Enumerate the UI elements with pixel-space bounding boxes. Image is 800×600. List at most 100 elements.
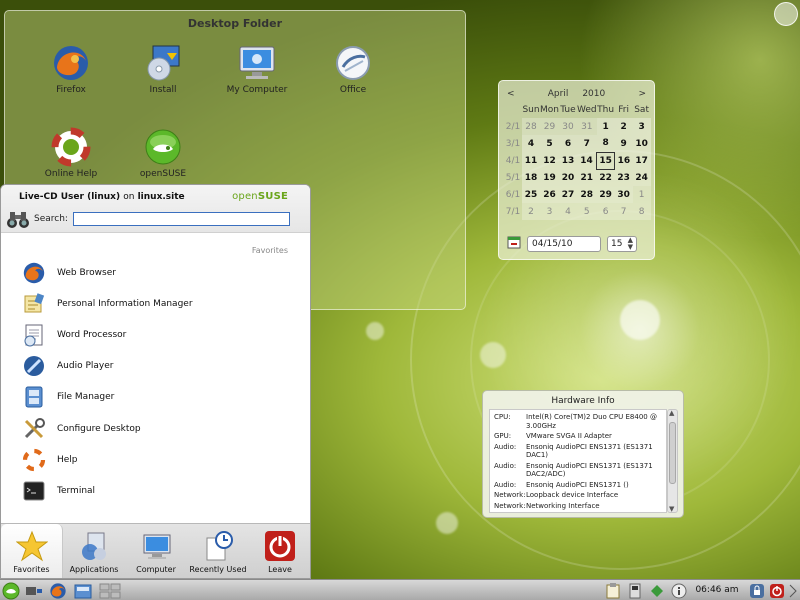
scroll-up-icon[interactable]: ▲: [669, 409, 674, 417]
calendar-day[interactable]: 23: [614, 169, 633, 186]
calendar-day[interactable]: 12: [540, 152, 559, 169]
calendar-day[interactable]: 24: [632, 169, 651, 186]
calendar-day[interactable]: 6: [558, 135, 577, 152]
calendar-day[interactable]: 2: [522, 203, 540, 220]
calendar-day[interactable]: 9: [614, 135, 633, 152]
desktop-icon-label: Office: [339, 85, 367, 95]
calendar-day[interactable]: 5: [540, 135, 559, 152]
network-manager-icon[interactable]: [24, 582, 44, 599]
calendar-prev-button[interactable]: <: [507, 89, 515, 99]
desktop-icon-office[interactable]: Office: [308, 43, 398, 95]
calendar-day[interactable]: 3: [540, 203, 559, 220]
calendar-day[interactable]: 4: [522, 135, 540, 152]
calendar-day[interactable]: 8: [632, 203, 651, 220]
removable-device-icon[interactable]: [626, 582, 644, 599]
calendar-day[interactable]: 28: [576, 186, 597, 203]
calendar-day[interactable]: 28: [522, 118, 540, 135]
calendar-today-icon[interactable]: [507, 235, 521, 252]
update-applet-icon[interactable]: [648, 582, 666, 599]
menu-item-label: Web Browser: [57, 267, 116, 278]
tab-applications[interactable]: Applications: [63, 524, 125, 578]
menu-item-file-manager[interactable]: File Manager: [21, 382, 193, 413]
taskbar-firefox-icon[interactable]: [48, 582, 68, 599]
desktop-icon-opensuse[interactable]: openSUSE: [118, 127, 208, 179]
menu-item-word-processor[interactable]: Word Processor: [21, 319, 193, 350]
menu-item-label: File Manager: [57, 392, 115, 403]
tab-computer[interactable]: Computer: [125, 524, 187, 578]
desktop-icon-install[interactable]: Install: [118, 43, 208, 95]
kickoff-on: on: [123, 192, 135, 202]
desktop-toolbox-button[interactable]: [774, 2, 798, 26]
panel-toolbox-icon[interactable]: [788, 582, 798, 599]
calendar-day[interactable]: 30: [558, 118, 577, 135]
calendar-day[interactable]: 4: [558, 203, 577, 220]
week-number: 2/1: [505, 121, 521, 132]
info-icon[interactable]: [670, 582, 688, 599]
calendar-day[interactable]: 11: [522, 152, 540, 169]
calendar-day[interactable]: 6: [596, 203, 615, 220]
lock-screen-icon[interactable]: [748, 582, 766, 599]
menu-item-help[interactable]: Help: [21, 444, 193, 475]
calendar-day[interactable]: 22: [596, 169, 615, 186]
calendar-day[interactable]: 14: [576, 152, 597, 169]
desktop-icon-firefox[interactable]: Firefox: [26, 43, 116, 95]
calendar-day[interactable]: 17: [632, 152, 651, 169]
calendar-day[interactable]: 26: [540, 186, 559, 203]
calendar-day[interactable]: 29: [596, 186, 615, 203]
menu-item-terminal[interactable]: Terminal: [21, 475, 193, 506]
calendar-day[interactable]: 7: [576, 135, 597, 152]
hardware-info-scrollbar[interactable]: ▲ ▼: [667, 409, 678, 513]
desktop-icon-online-help[interactable]: Online Help: [26, 127, 116, 179]
calendar-day[interactable]: 27: [558, 186, 577, 203]
kickoff-launcher-button[interactable]: [1, 582, 21, 599]
leave-icon[interactable]: [768, 582, 786, 599]
calendar-day[interactable]: 21: [576, 169, 597, 186]
calendar-day[interactable]: 30: [614, 186, 633, 203]
favorites-list: Web Browser Personal Information Manager…: [21, 257, 193, 507]
calendar-week-spinbox[interactable]: 15 ▲ ▼: [607, 235, 637, 252]
menu-item-label: Audio Player: [57, 361, 114, 372]
weekday-label: Mon: [540, 104, 559, 115]
menu-item-audio-player[interactable]: Audio Player: [21, 351, 193, 382]
calendar-day[interactable]: 18: [522, 169, 540, 186]
calendar-day[interactable]: 2: [614, 118, 633, 135]
calendar-day[interactable]: 25: [522, 186, 540, 203]
calendar-day[interactable]: 3: [632, 118, 651, 135]
calendar-day[interactable]: 29: [540, 118, 559, 135]
calendar-day[interactable]: 7: [614, 203, 633, 220]
tab-leave[interactable]: Leave: [249, 524, 310, 578]
tab-favorites[interactable]: Favorites: [1, 524, 63, 578]
clipboard-icon[interactable]: [604, 582, 622, 599]
pager-icon[interactable]: [98, 582, 122, 599]
scroll-down-icon[interactable]: ▼: [669, 505, 674, 513]
menu-item-label: Terminal: [57, 485, 96, 496]
file-manager-launcher-icon[interactable]: [72, 582, 94, 599]
spin-arrows-icon[interactable]: ▲ ▼: [628, 236, 633, 251]
calendar-day[interactable]: 10: [632, 135, 651, 152]
calendar-day[interactable]: 16: [614, 152, 633, 169]
desktop-icon-my-computer[interactable]: My Computer: [212, 43, 302, 95]
calendar-day-today[interactable]: 15: [596, 151, 616, 170]
scrollbar-thumb[interactable]: [669, 422, 676, 484]
calendar-week-row: 2/1 28 29 30 31 1 2 3: [504, 118, 651, 135]
calendar-month[interactable]: April: [548, 89, 569, 99]
taskbar-panel: 06:46 am: [0, 579, 800, 600]
tab-recently-used[interactable]: Recently Used: [187, 524, 249, 578]
calendar-year[interactable]: 2010: [582, 89, 605, 99]
menu-item-web-browser[interactable]: Web Browser: [21, 257, 193, 288]
calendar-day[interactable]: 31: [576, 118, 597, 135]
calendar-next-button[interactable]: >: [638, 89, 646, 99]
taskbar-clock[interactable]: 06:46 am: [688, 580, 746, 600]
calendar-day[interactable]: 1: [596, 118, 615, 135]
menu-item-pim[interactable]: Personal Information Manager: [21, 288, 193, 319]
calendar-day[interactable]: 19: [540, 169, 559, 186]
weekday-label: Sun: [522, 104, 540, 115]
menu-item-configure-desktop[interactable]: Configure Desktop: [21, 413, 193, 444]
calendar-day[interactable]: 13: [558, 152, 577, 169]
calendar-day[interactable]: 1: [632, 186, 651, 203]
calendar-date-input[interactable]: 04/15/10: [527, 235, 601, 252]
calendar-day[interactable]: 20: [558, 169, 577, 186]
kickoff-search-input[interactable]: [73, 212, 290, 226]
calendar-day[interactable]: 5: [576, 203, 597, 220]
calendar-day[interactable]: 8: [596, 135, 615, 152]
